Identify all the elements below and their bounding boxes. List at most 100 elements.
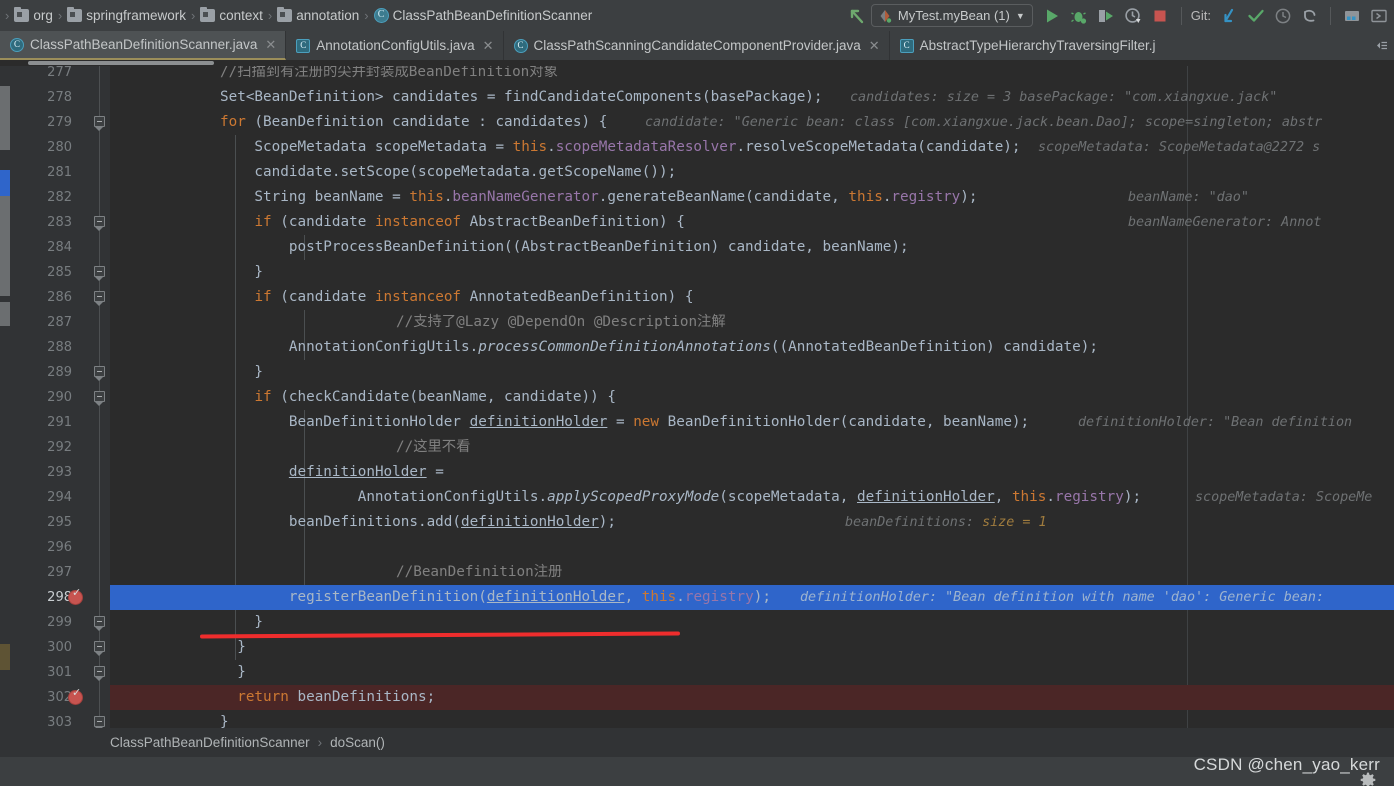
run-button[interactable]: [1039, 2, 1066, 29]
breakpoint-verified-icon[interactable]: [68, 686, 83, 705]
breadcrumb-item-annotation[interactable]: annotation: [275, 7, 361, 23]
breakpoint-verified-icon[interactable]: [68, 586, 83, 605]
code-line-280[interactable]: ScopeMetadata scopeMetadata = this.scope…: [110, 135, 1394, 160]
code-line-281[interactable]: candidate.setScope(scopeMetadata.getScop…: [110, 160, 1394, 185]
editor-tab-classpathscanningcandidatecomponentprovider[interactable]: C ClassPathScanningCandidateComponentPro…: [504, 31, 890, 60]
code-line-284[interactable]: postProcessBeanDefinition((AbstractBeanD…: [110, 235, 1394, 260]
breadcrumb-item-springframework[interactable]: springframework: [65, 7, 188, 23]
vcs-change-strip[interactable]: [0, 66, 10, 728]
inline-debug-hint: scopeMetadata: ScopeMetadata@2272 s: [1038, 140, 1321, 155]
code-line-283[interactable]: if (candidate instanceof AbstractBeanDef…: [110, 210, 1394, 235]
code-line-296[interactable]: [110, 535, 1394, 560]
code-text: //这里不看: [396, 439, 471, 455]
code-line-289[interactable]: }: [110, 360, 1394, 385]
navigate-back-button[interactable]: [844, 2, 871, 29]
vcs-change-marker[interactable]: [0, 196, 10, 296]
git-revert-button[interactable]: [1296, 2, 1323, 29]
code-content[interactable]: //扫描到有注册的尖并封装成BeanDefinition对象 Set<BeanD…: [110, 66, 1394, 728]
code-fold-marker[interactable]: [94, 291, 105, 306]
code-text: candidate.setScope(scopeMetadata.getScop…: [220, 164, 677, 180]
code-line-290[interactable]: if (checkCandidate(beanName, candidate))…: [110, 385, 1394, 410]
run-configuration-selector[interactable]: MyTest.myBean (1) ▼: [870, 4, 1033, 27]
code-line-301[interactable]: }: [110, 660, 1394, 685]
fold-marker-tail: [95, 377, 103, 381]
code-line-303[interactable]: }: [110, 710, 1394, 728]
breadcrumb-item-context[interactable]: context: [198, 7, 265, 23]
code-line-286[interactable]: if (candidate instanceof AnnotatedBeanDe…: [110, 285, 1394, 310]
run-with-coverage-button[interactable]: [1093, 2, 1120, 29]
git-commit-button[interactable]: [1242, 2, 1269, 29]
code-fold-marker[interactable]: [94, 116, 105, 131]
breadcrumb-separator: ›: [190, 8, 196, 23]
code-fold-marker[interactable]: [94, 266, 105, 281]
close-icon[interactable]: ✕: [869, 38, 880, 54]
more-tools-icon: [1370, 9, 1387, 22]
code-line-295[interactable]: beanDefinitions.add(definitionHolder); b…: [110, 510, 1394, 535]
code-line-292[interactable]: //这里不看: [110, 435, 1394, 460]
code-fold-marker[interactable]: [94, 391, 105, 406]
code-fold-marker[interactable]: [94, 666, 105, 681]
code-line-294[interactable]: AnnotationConfigUtils.applyScopedProxyMo…: [110, 485, 1394, 510]
close-icon[interactable]: ✕: [265, 37, 276, 53]
close-icon[interactable]: ✕: [483, 38, 494, 54]
code-line-288[interactable]: AnnotationConfigUtils.processCommonDefin…: [110, 335, 1394, 360]
tab-overflow-button[interactable]: [1369, 31, 1394, 60]
vcs-change-marker[interactable]: [0, 302, 10, 326]
code-fold-marker[interactable]: [94, 716, 105, 728]
code-editor[interactable]: 277 278 279 280 281 282 283 284 285 286 287 288 289 2…: [0, 60, 1394, 728]
code-line-297[interactable]: //BeanDefinition注册: [110, 560, 1394, 585]
inline-debug-hint: definitionHolder: "Bean definition with …: [800, 590, 1325, 605]
git-history-button[interactable]: [1269, 2, 1296, 29]
code-line-299[interactable]: }: [110, 610, 1394, 635]
editor-tab-classpathbeandefinitionscanner[interactable]: C ClassPathBeanDefinitionScanner.java ✕: [0, 31, 287, 60]
code-fold-marker[interactable]: [94, 366, 105, 381]
breadcrumb-method[interactable]: doScan(): [330, 735, 385, 750]
gear-icon[interactable]: [1360, 772, 1376, 786]
breadcrumb-separator: ›: [364, 8, 369, 23]
line-number: 277: [47, 65, 72, 80]
code-line-279[interactable]: for (BeanDefinition candidate : candidat…: [110, 110, 1394, 135]
project-structure-button[interactable]: [1338, 2, 1365, 29]
code-text: }: [220, 614, 264, 630]
breadcrumb-item-org[interactable]: org: [12, 7, 55, 23]
code-fold-marker[interactable]: [94, 641, 105, 656]
code-line-300[interactable]: }: [110, 635, 1394, 660]
editor-tab-annotationconfigutils[interactable]: C AnnotationConfigUtils.java ✕: [286, 31, 504, 60]
chevron-down-icon[interactable]: ▼: [1016, 11, 1025, 21]
line-number: 280: [47, 140, 72, 155]
code-text: definitionHolder =: [288, 464, 444, 480]
code-line-298[interactable]: registerBeanDefinition(definitionHolder,…: [110, 585, 1394, 610]
code-line-282[interactable]: String beanName = this.beanNameGenerator…: [110, 185, 1394, 230]
line-number: 284: [47, 240, 72, 255]
editor-tab-abstracttypehierarchytraversingfilter[interactable]: C AbstractTypeHierarchyTraversingFilter.…: [890, 31, 1165, 60]
code-line-293[interactable]: definitionHolder =: [110, 460, 1394, 485]
breadcrumb-separator: ›: [317, 735, 323, 750]
code-line-291[interactable]: BeanDefinitionHolder definitionHolder = …: [110, 410, 1394, 435]
indent-guide: [304, 535, 305, 560]
code-line-285[interactable]: }: [110, 260, 1394, 285]
folder-icon: [200, 7, 216, 22]
code-text: }: [220, 264, 264, 280]
vcs-change-marker-current[interactable]: [0, 170, 10, 196]
code-line-277[interactable]: //扫描到有注册的尖并封装成BeanDefinition对象: [110, 66, 1394, 85]
breadcrumb-item-class[interactable]: C ClassPathBeanDefinitionScanner: [372, 8, 595, 23]
code-line-278[interactable]: Set<BeanDefinition> candidates = findCan…: [110, 85, 1394, 110]
debug-button[interactable]: [1066, 2, 1093, 29]
git-update-button[interactable]: [1215, 2, 1242, 29]
java-class-icon: C: [513, 38, 528, 53]
more-tools-button[interactable]: [1365, 2, 1392, 29]
line-number: 291: [47, 415, 72, 430]
code-fold-marker[interactable]: [94, 616, 105, 631]
profile-button[interactable]: [1120, 2, 1147, 29]
code-fold-marker[interactable]: [94, 216, 105, 231]
code-line-287[interactable]: //支持了@Lazy @DependOn @Description注解: [110, 310, 1394, 335]
line-number: 285: [47, 265, 72, 280]
stop-button[interactable]: [1147, 2, 1174, 29]
vcs-change-marker-breakpoint[interactable]: [0, 644, 10, 670]
breadcrumb-class[interactable]: ClassPathBeanDefinitionScanner: [110, 735, 310, 750]
vcs-change-marker[interactable]: [0, 86, 10, 150]
run-configuration-label: MyTest.myBean (1): [897, 8, 1010, 23]
code-line-302[interactable]: return beanDefinitions;: [110, 685, 1394, 710]
indent-guide: [235, 310, 236, 335]
tab-list-icon: [1377, 41, 1387, 50]
